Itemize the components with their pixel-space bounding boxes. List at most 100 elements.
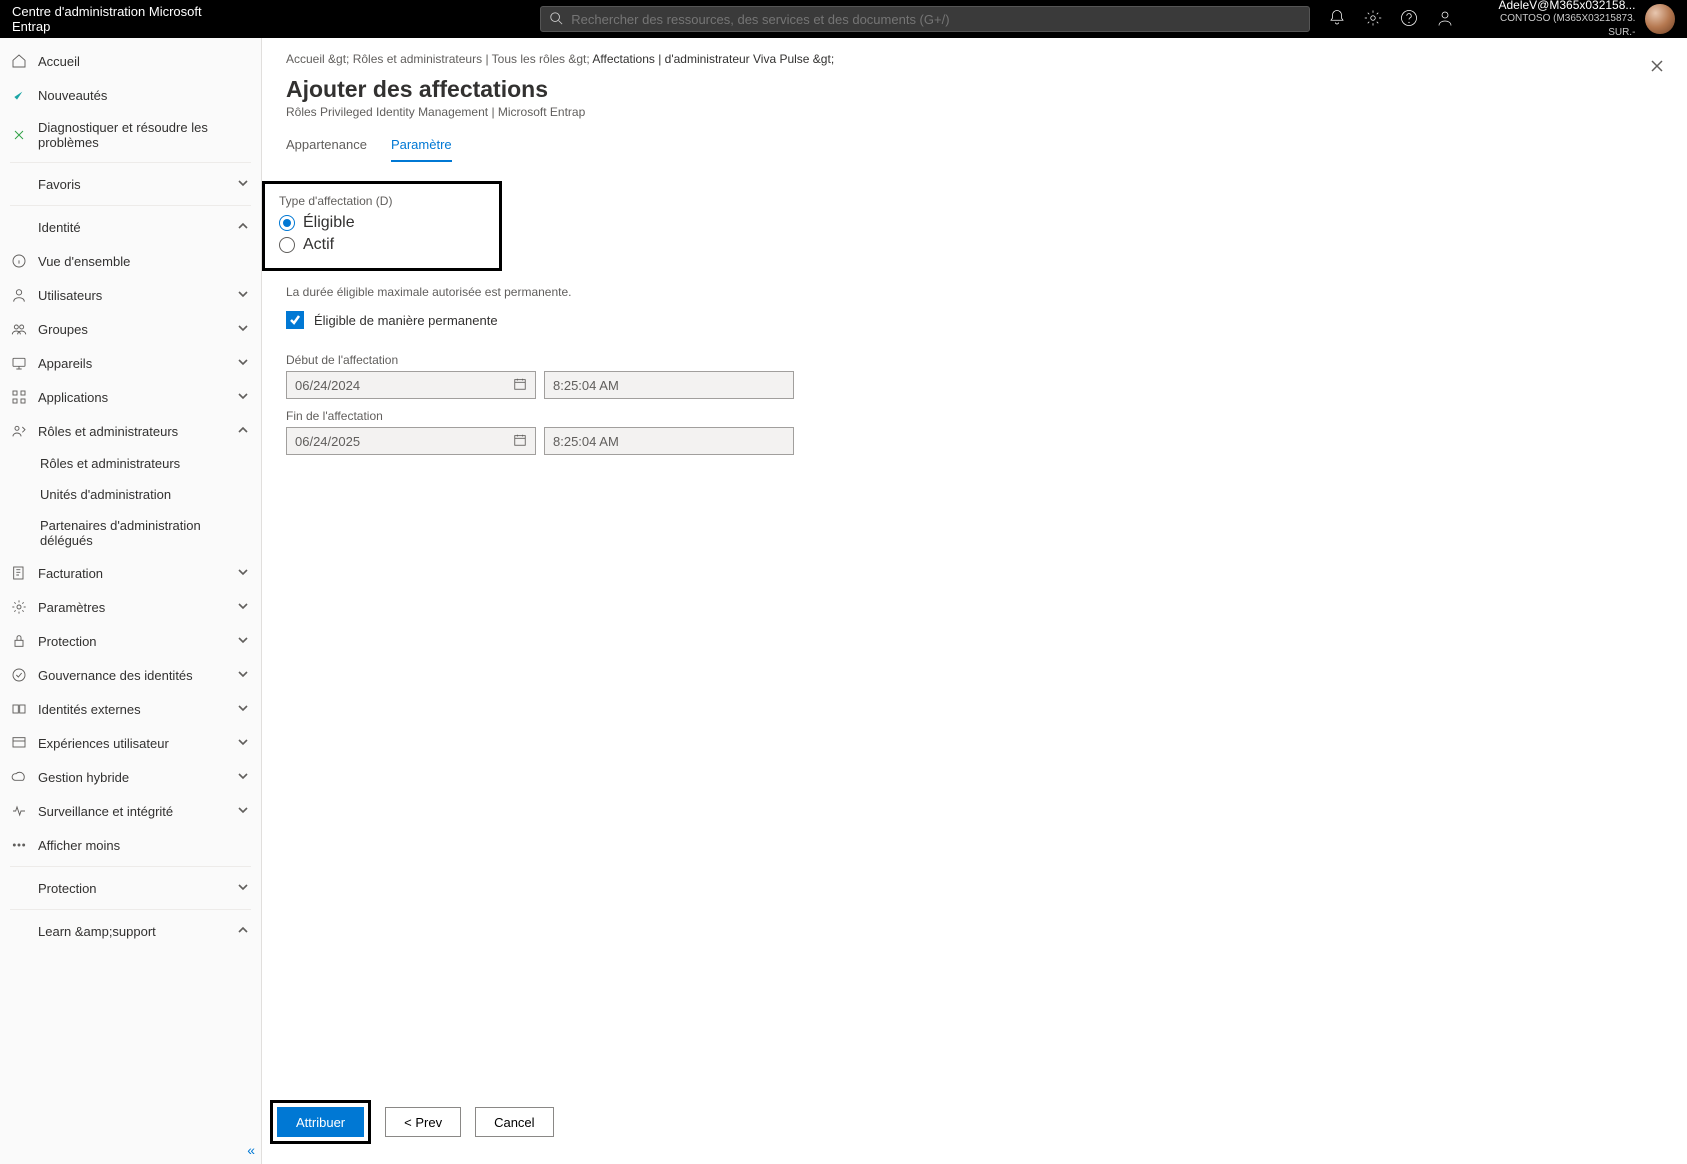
chevron-down-icon bbox=[237, 736, 251, 750]
collapse-sidebar-button[interactable]: « bbox=[247, 1142, 255, 1158]
feedback-icon[interactable] bbox=[1436, 9, 1454, 30]
main-content: Accueil &gt; Rôles et administrateurs | … bbox=[262, 38, 1687, 1164]
end-label: Fin de l'affectation bbox=[286, 409, 1663, 423]
user-account[interactable]: AdeleV@M365x032158... CONTOSO (M365X0321… bbox=[1472, 0, 1635, 40]
nav-users[interactable]: Utilisateurs bbox=[0, 278, 261, 312]
assignment-type-label: Type d'affectation (D) bbox=[279, 194, 485, 208]
chevron-down-icon bbox=[237, 668, 251, 682]
nav-label: Learn &amp;support bbox=[38, 924, 227, 939]
nav-label: Partenaires d'administration délégués bbox=[40, 518, 251, 548]
end-time-input[interactable]: 8:25:04 AM bbox=[544, 427, 794, 455]
checkbox-permanently-eligible[interactable]: Éligible de manière permanente bbox=[286, 311, 1663, 329]
home-icon bbox=[10, 52, 28, 70]
calendar-icon bbox=[513, 377, 527, 394]
nav-home[interactable]: Accueil bbox=[0, 44, 261, 78]
nav-label: Rôles et administrateurs bbox=[38, 424, 227, 439]
nav-devices[interactable]: Appareils bbox=[0, 346, 261, 380]
nav-favorites[interactable]: Favoris bbox=[0, 167, 261, 201]
nav-monitoring[interactable]: Surveillance et intégrité bbox=[0, 794, 261, 828]
calendar-icon bbox=[513, 433, 527, 450]
nav-groups[interactable]: Groupes bbox=[0, 312, 261, 346]
nav-applications[interactable]: Applications bbox=[0, 380, 261, 414]
nav-learn-support[interactable]: Learn &amp;support bbox=[0, 914, 261, 948]
nav-label: Utilisateurs bbox=[38, 288, 227, 303]
nav-roles-admins-sub[interactable]: Rôles et administrateurs bbox=[0, 448, 261, 479]
chevron-down-icon bbox=[237, 634, 251, 648]
chevron-down-icon bbox=[237, 177, 251, 191]
gear-icon bbox=[10, 598, 28, 616]
breadcrumb-current: Affectations | d'administrateur Viva Pul… bbox=[592, 52, 834, 66]
rocket-icon bbox=[10, 86, 28, 104]
nav-external-identities[interactable]: Identités externes bbox=[0, 692, 261, 726]
diamond-icon bbox=[10, 218, 28, 236]
nav-label: Protection bbox=[38, 881, 227, 896]
nav-label: Appareils bbox=[38, 356, 227, 371]
radio-eligible[interactable]: Éligible bbox=[279, 214, 485, 232]
nav-protection[interactable]: Protection bbox=[0, 624, 261, 658]
max-duration-info: La durée éligible maximale autorisée est… bbox=[286, 285, 1663, 299]
nav-identity-governance[interactable]: Gouvernance des identités bbox=[0, 658, 261, 692]
search-icon bbox=[549, 11, 571, 28]
nav-delegated-partners[interactable]: Partenaires d'administration délégués bbox=[0, 510, 261, 556]
chevron-down-icon bbox=[237, 356, 251, 370]
global-search[interactable] bbox=[540, 6, 1310, 32]
assignment-type-group: Type d'affectation (D) Éligible Actif bbox=[262, 181, 502, 271]
start-time-value: 8:25:04 AM bbox=[553, 378, 619, 393]
tab-membership[interactable]: Appartenance bbox=[286, 137, 367, 162]
nav-show-less[interactable]: Afficher moins bbox=[0, 828, 261, 862]
user-avatar[interactable] bbox=[1645, 4, 1675, 34]
nav-billing[interactable]: Facturation bbox=[0, 556, 261, 590]
checkbox-label: Éligible de manière permanente bbox=[314, 313, 498, 328]
radio-icon bbox=[279, 237, 295, 253]
chevron-down-icon bbox=[237, 288, 251, 302]
nav-roles-admins[interactable]: Rôles et administrateurs bbox=[0, 414, 261, 448]
start-time-input[interactable]: 8:25:04 AM bbox=[544, 371, 794, 399]
nav-diagnose[interactable]: Diagnostiquer et résoudre les problèmes bbox=[0, 112, 261, 158]
nav-hybrid[interactable]: Gestion hybride bbox=[0, 760, 261, 794]
close-panel-button[interactable] bbox=[1649, 58, 1665, 77]
settings-icon[interactable] bbox=[1364, 9, 1382, 30]
end-date-input[interactable]: 06/24/2025 bbox=[286, 427, 536, 455]
nav-label: Diagnostiquer et résoudre les problèmes bbox=[38, 120, 251, 150]
nav-label: Surveillance et intégrité bbox=[38, 804, 227, 819]
prev-button[interactable]: < Prev bbox=[385, 1107, 461, 1137]
info-icon bbox=[10, 252, 28, 270]
apps-icon bbox=[10, 388, 28, 406]
more-icon bbox=[10, 836, 28, 854]
nav-identity[interactable]: Identité bbox=[0, 210, 261, 244]
nav-label: Identité bbox=[38, 220, 227, 235]
chevron-down-icon bbox=[237, 881, 251, 895]
nav-user-experiences[interactable]: Expériences utilisateur bbox=[0, 726, 261, 760]
assign-button[interactable]: Attribuer bbox=[277, 1107, 364, 1137]
chevron-up-icon bbox=[237, 220, 251, 234]
search-input[interactable] bbox=[571, 12, 1301, 27]
nav-overview[interactable]: Vue d'ensemble bbox=[0, 244, 261, 278]
checkbox-checked-icon bbox=[286, 311, 304, 329]
nav-admin-units[interactable]: Unités d'administration bbox=[0, 479, 261, 510]
nav-label: Protection bbox=[38, 634, 227, 649]
group-icon bbox=[10, 320, 28, 338]
notifications-icon[interactable] bbox=[1328, 9, 1346, 30]
nav-settings[interactable]: Paramètres bbox=[0, 590, 261, 624]
footer-actions: Attribuer < Prev Cancel bbox=[270, 1100, 554, 1144]
breadcrumb-part[interactable]: Accueil &gt; bbox=[286, 52, 349, 66]
nav-whats-new[interactable]: Nouveautés bbox=[0, 78, 261, 112]
help-icon[interactable] bbox=[1400, 9, 1418, 30]
lock-icon bbox=[10, 632, 28, 650]
diagnose-icon bbox=[10, 126, 28, 144]
assign-highlight: Attribuer bbox=[270, 1100, 371, 1144]
breadcrumb: Accueil &gt; Rôles et administrateurs | … bbox=[286, 52, 1663, 66]
cancel-button[interactable]: Cancel bbox=[475, 1107, 553, 1137]
nav-label: Accueil bbox=[38, 54, 251, 69]
chevron-down-icon bbox=[237, 804, 251, 818]
radio-label: Éligible bbox=[303, 214, 355, 232]
admin-icon bbox=[10, 422, 28, 440]
chevron-down-icon bbox=[237, 566, 251, 580]
end-time-value: 8:25:04 AM bbox=[553, 434, 619, 449]
chevron-up-icon bbox=[237, 424, 251, 438]
tab-setting[interactable]: Paramètre bbox=[391, 137, 452, 162]
nav-protection-2[interactable]: Protection bbox=[0, 871, 261, 905]
breadcrumb-part[interactable]: Rôles et administrateurs | Tous les rôle… bbox=[353, 52, 590, 66]
radio-active[interactable]: Actif bbox=[279, 236, 485, 254]
start-date-input[interactable]: 06/24/2024 bbox=[286, 371, 536, 399]
